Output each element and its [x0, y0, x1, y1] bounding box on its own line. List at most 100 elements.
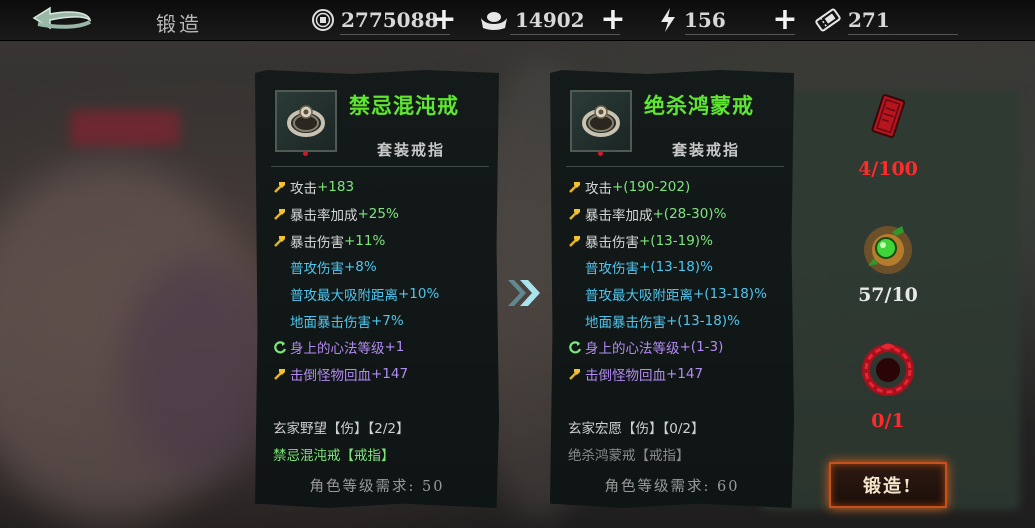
- item-type: 套装戒指: [377, 141, 446, 159]
- stat-row: 身上的心法等级 +(1-3): [568, 334, 788, 361]
- stat-row: 地面暴击伤害 +(13-18)%: [568, 307, 788, 334]
- add-coin-button[interactable]: +: [430, 5, 458, 35]
- item-name: 禁忌混沌戒: [349, 93, 459, 118]
- resource-coin: 2775088: [311, 6, 438, 34]
- stat-name: 攻击: [290, 181, 317, 198]
- current-item-panel: 禁忌混沌戒 套装戒指 攻击 +183 暴击率加成 +25% 暴击伤害 +11% 普攻伤害 +8…: [255, 70, 499, 508]
- stat-value: +(28-30)%: [652, 206, 727, 223]
- ticket-value: 271: [848, 8, 890, 32]
- hammer-icon: [273, 207, 287, 221]
- stat-value: +10%: [398, 286, 440, 303]
- hammer-icon: [568, 180, 582, 194]
- green-gem-icon[interactable]: [858, 218, 918, 278]
- stat-value: +(1-3): [679, 339, 724, 356]
- stat-value: +(13-18)%: [693, 286, 767, 303]
- ingot-value: 14902: [515, 8, 585, 32]
- top-bar: 锻造 2775088 + 14902 + 156 + 271: [0, 0, 1035, 41]
- stat-name: 暴击率加成: [290, 208, 358, 225]
- stat-name: 暴击伤害: [585, 234, 639, 251]
- energy-value: 156: [684, 8, 726, 32]
- red-book-icon[interactable]: [868, 90, 908, 144]
- divider: [566, 166, 784, 167]
- stat-name: 身上的心法等级: [585, 341, 680, 358]
- red-ring-icon[interactable]: [858, 338, 918, 400]
- stat-value: +8%: [344, 259, 377, 276]
- coin-icon: [311, 8, 335, 32]
- resource-ingot: 14902: [479, 6, 585, 34]
- stat-row: 暴击率加成 +(28-30)%: [568, 201, 788, 228]
- stat-row: 击倒怪物回血 +147: [273, 361, 493, 388]
- stat-value: +11%: [344, 232, 386, 249]
- upgrade-arrow-icon: [508, 280, 540, 306]
- forge-button-label: 锻造!: [863, 476, 913, 497]
- stat-row: 普攻伤害 +8%: [273, 254, 493, 281]
- quality-dot: [598, 151, 603, 156]
- quality-dot: [303, 151, 308, 156]
- stat-row: 普攻最大吸附距离 +10%: [273, 281, 493, 308]
- stat-row: 暴击伤害 +11%: [273, 227, 493, 254]
- stat-value: +(190-202): [612, 179, 691, 196]
- stat-row: 身上的心法等级 +1: [273, 334, 493, 361]
- hammer-icon: [273, 180, 287, 194]
- forge-button[interactable]: 锻造!: [829, 462, 947, 508]
- stat-row: 暴击率加成 +25%: [273, 201, 493, 228]
- material-count: 57/10: [858, 284, 918, 306]
- material-count: 4/100: [858, 158, 918, 180]
- stat-value: +183: [317, 179, 355, 196]
- stat-name: 身上的心法等级: [290, 341, 385, 358]
- hammer-icon: [273, 234, 287, 248]
- stat-row: 普攻伤害 +(13-18)%: [568, 254, 788, 281]
- item-type: 套装戒指: [672, 141, 741, 159]
- stat-name: 地面暴击伤害: [585, 314, 666, 331]
- stat-value: +25%: [357, 206, 399, 223]
- background-menu-tab: [70, 110, 180, 146]
- stat-value: +(13-19)%: [639, 232, 713, 249]
- level-requirement: 角色等级需求: 60: [604, 479, 740, 495]
- stat-name: 普攻伤害: [290, 261, 344, 278]
- ring-icon[interactable]: [570, 90, 632, 152]
- ticket-icon: [814, 8, 842, 32]
- stat-name: 暴击率加成: [585, 208, 653, 225]
- stat-name: 暴击伤害: [290, 234, 344, 251]
- stat-name: 攻击: [585, 181, 612, 198]
- stat-value: +(13-18)%: [639, 259, 713, 276]
- add-ingot-button[interactable]: +: [599, 5, 627, 35]
- ring-icon[interactable]: [275, 90, 337, 152]
- stat-row: 暴击伤害 +(13-19)%: [568, 227, 788, 254]
- stat-name: 普攻伤害: [585, 261, 639, 278]
- stat-row: 普攻最大吸附距离 +(13-18)%: [568, 281, 788, 308]
- hammer-icon: [568, 367, 582, 381]
- stat-value: +147: [666, 366, 704, 383]
- stat-list: 攻击 +183 暴击率加成 +25% 暴击伤害 +11% 普攻伤害 +8% 普攻最大吸附距离 +1…: [273, 174, 493, 388]
- ingot-icon: [479, 8, 509, 32]
- resource-ticket: 271: [814, 6, 890, 34]
- stat-value: +7%: [371, 312, 404, 329]
- materials-panel: 4/100 57/10 0/1: [806, 80, 1026, 500]
- stat-name: 地面暴击伤害: [290, 314, 371, 331]
- set-bonus-line: 玄家野望【伤】【2/2】: [273, 421, 410, 437]
- back-button[interactable]: [30, 6, 94, 34]
- resource-energy: 156: [658, 6, 726, 34]
- stat-name: 击倒怪物回血: [290, 368, 371, 385]
- stat-row: 地面暴击伤害 +7%: [273, 307, 493, 334]
- item-name: 绝杀鸿蒙戒: [644, 93, 754, 118]
- stat-value: +1: [384, 339, 405, 356]
- refresh-icon: [273, 340, 287, 354]
- stat-list: 攻击 +(190-202) 暴击率加成 +(28-30)% 暴击伤害 +(13-19)% 普…: [568, 174, 788, 388]
- divider: [340, 34, 450, 35]
- page-title: 锻造: [156, 12, 202, 36]
- hammer-icon: [568, 234, 582, 248]
- stat-row: 击倒怪物回血 +147: [568, 361, 788, 388]
- back-arrow-icon: [32, 6, 92, 30]
- level-requirement: 角色等级需求: 50: [309, 479, 445, 495]
- stat-value: +147: [371, 366, 409, 383]
- stat-name: 普攻最大吸附距离: [290, 288, 398, 305]
- set-piece-name: 绝杀鸿蒙戒【戒指】: [568, 448, 690, 464]
- stat-name: 普攻最大吸附距离: [585, 288, 693, 305]
- set-bonus-line: 玄家宏愿【伤】【0/2】: [568, 421, 705, 437]
- divider: [848, 34, 958, 35]
- hammer-icon: [273, 367, 287, 381]
- add-energy-button[interactable]: +: [771, 5, 799, 35]
- hammer-icon: [568, 207, 582, 221]
- divider: [271, 166, 489, 167]
